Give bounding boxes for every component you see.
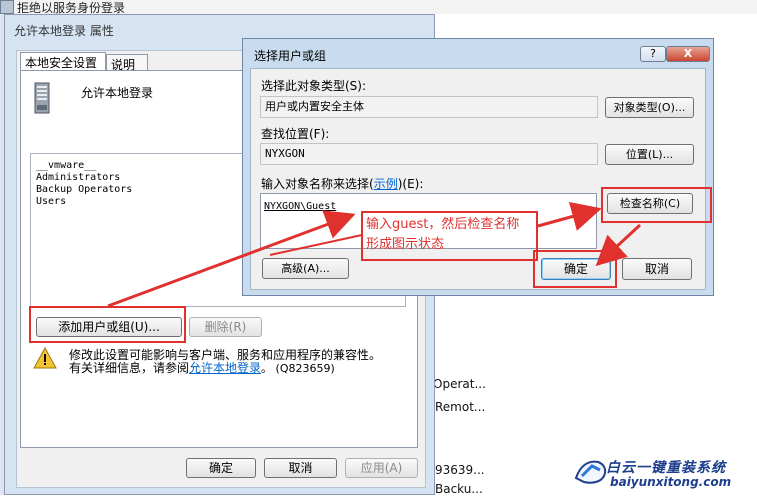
member-item[interactable]: Users [36, 196, 66, 208]
watermark-title: 白云一键重装系统 [606, 460, 726, 476]
watermark-url: baiyunxitong.com [610, 475, 732, 489]
background-list-item[interactable]: Operat... [433, 377, 486, 391]
properties-cancel-button[interactable]: 取消 [264, 458, 337, 478]
locations-button[interactable]: 位置(L)... [605, 144, 694, 165]
annotation-line2: 形成图示状态 [366, 237, 445, 252]
background-list-item[interactable]: Remot... [435, 400, 485, 414]
annotation-note: 输入guest，然后检查名称 形成图示状态 [361, 211, 538, 261]
properties-dialog-title: 允许本地登录 属性 [14, 24, 114, 38]
warning-text-line2: 有关详细信息，请参阅允许本地登录。 (Q823659) [69, 359, 335, 376]
location-field: NYXGON [260, 143, 598, 165]
object-type-field: 用户或内置安全主体 [260, 96, 598, 118]
watermark-logo-icon [574, 460, 607, 484]
warning-prefix: 有关详细信息，请参阅 [69, 361, 190, 375]
window-icon [0, 0, 14, 14]
object-names-label: 输入对象名称来选择(示例)(E): [261, 175, 423, 192]
tab-explain[interactable]: 说明 [106, 54, 148, 72]
advanced-button[interactable]: 高级(A)... [262, 258, 349, 279]
help-icon[interactable]: ? [640, 46, 666, 62]
properties-ok-button[interactable]: 确定 [186, 458, 256, 478]
background-list-item[interactable]: 93639... [435, 463, 485, 477]
examples-link[interactable]: 示例 [374, 177, 398, 191]
member-item[interactable]: Backup Operators [36, 184, 132, 196]
member-item[interactable]: Administrators [36, 172, 120, 184]
object-type-label: 选择此对象类型(S): [261, 79, 367, 93]
select-dialog-title: 选择用户或组 [254, 49, 327, 63]
highlight-add-button [29, 306, 186, 343]
policy-name: 允许本地登录 [81, 86, 154, 100]
object-names-label-suffix: )(E): [397, 177, 424, 191]
background-title-text: 拒绝以服务身份登录 [17, 1, 126, 15]
annotation-line1: 输入guest，然后检查名称 [366, 217, 520, 232]
server-icon [34, 82, 50, 114]
warning-icon [33, 347, 57, 369]
background-window-title: 拒绝以服务身份登录 [0, 0, 757, 15]
object-name-value[interactable]: NYXGON\Guest [264, 201, 336, 213]
location-label: 查找位置(F): [261, 127, 330, 141]
properties-apply-button[interactable]: 应用(A) [345, 458, 418, 478]
highlight-ok-button [533, 250, 617, 288]
close-icon[interactable]: X [666, 46, 710, 62]
background-list-item[interactable]: Backu... [435, 482, 483, 496]
object-names-label-prefix: 输入对象名称来选择( [261, 177, 374, 191]
highlight-check-names [601, 187, 712, 223]
remove-button[interactable]: 删除(R) [189, 317, 262, 337]
select-cancel-button[interactable]: 取消 [622, 258, 692, 280]
policy-help-link[interactable]: 允许本地登录 [189, 361, 261, 375]
tab-local-security-setting[interactable]: 本地安全设置 [20, 52, 106, 71]
member-item[interactable]: __vmware__ [36, 160, 96, 172]
object-types-button[interactable]: 对象类型(O)... [605, 97, 694, 118]
warning-suffix: 。 (Q823659) [261, 362, 335, 375]
